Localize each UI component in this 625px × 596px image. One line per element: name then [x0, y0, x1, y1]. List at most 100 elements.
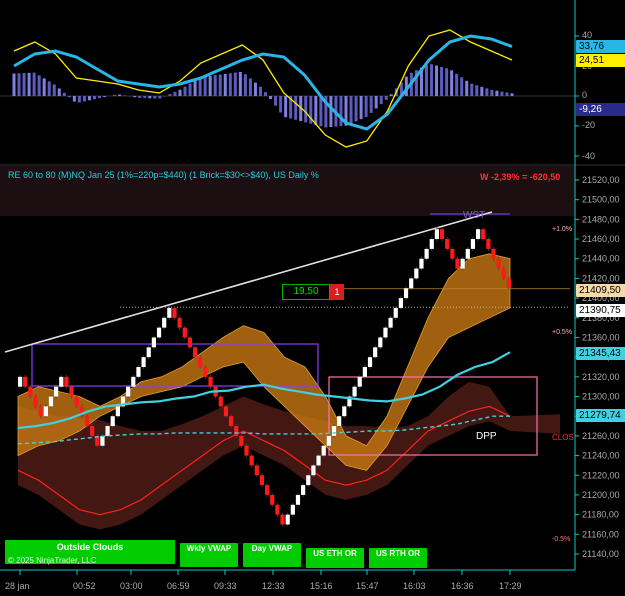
- oscillator-panel: [0, 29, 575, 148]
- time-label: 17:29: [499, 581, 522, 591]
- histogram-bar: [460, 77, 464, 96]
- brick-down: [84, 416, 90, 427]
- histogram-bar: [103, 96, 107, 98]
- time-label: 16:36: [451, 581, 474, 591]
- price-tick-label: 21140,00: [582, 549, 619, 559]
- histogram-bar: [238, 71, 242, 96]
- price-tick-label: 21500,00: [582, 195, 620, 205]
- brick-down: [239, 435, 244, 446]
- histogram-bar: [203, 76, 207, 96]
- brick-down: [228, 416, 234, 427]
- brick-up: [54, 386, 59, 397]
- histogram-bar: [233, 72, 237, 96]
- histogram-bar: [379, 96, 383, 105]
- osc-tick-label: -40: [582, 151, 596, 161]
- us-eth-or-button[interactable]: US ETH OR: [306, 548, 364, 568]
- histogram-bar: [304, 96, 308, 123]
- brick-up: [110, 416, 115, 427]
- brick-down: [198, 357, 203, 367]
- histogram-bar: [314, 96, 318, 126]
- time-label: 12:33: [262, 581, 285, 591]
- brick-down: [244, 445, 249, 456]
- histogram-bar: [67, 96, 71, 98]
- histogram-bar: [359, 96, 363, 120]
- brick-down: [501, 268, 506, 279]
- time-label: 16:03: [403, 581, 426, 591]
- histogram-bar: [475, 85, 479, 96]
- histogram-bar: [42, 78, 46, 96]
- brick-down: [450, 248, 455, 259]
- histogram-bar: [284, 96, 288, 118]
- price-tick-label: 21320,00: [582, 372, 620, 382]
- histogram-bar: [500, 91, 504, 96]
- histogram-bar: [465, 80, 469, 96]
- brick-up: [295, 494, 301, 505]
- osc-tick-label: -20: [582, 120, 596, 130]
- histogram-bar: [485, 88, 489, 96]
- histogram-bar: [123, 95, 127, 96]
- histogram-bar: [435, 65, 439, 96]
- histogram-bar: [495, 90, 499, 96]
- time-label: 06:59: [167, 581, 190, 591]
- brick-down: [249, 455, 254, 466]
- dashed-vwap-tag: 21279,74: [576, 409, 625, 422]
- histogram-bar: [450, 70, 454, 96]
- brick-down: [90, 426, 95, 436]
- brick-up: [141, 357, 146, 367]
- histogram-bar: [22, 73, 26, 96]
- histogram-bar: [178, 89, 182, 96]
- brick-down: [486, 239, 491, 249]
- price-tick-label: 21220,00: [582, 470, 620, 480]
- price-tick-label: 21520,00: [582, 175, 620, 185]
- price-panel: [4, 211, 570, 530]
- brick-down: [265, 485, 270, 495]
- brick-up: [306, 475, 311, 486]
- brick-up: [43, 406, 48, 417]
- brick-up: [18, 376, 23, 387]
- position-value-box[interactable]: 19,50: [282, 284, 330, 300]
- brick-up: [465, 248, 470, 259]
- histogram-bar: [264, 92, 268, 96]
- wkly-vwap-button[interactable]: Wkly VWAP: [180, 543, 238, 567]
- histogram-bar: [218, 74, 222, 96]
- histogram-bar: [52, 84, 56, 96]
- histogram-bar: [153, 96, 157, 99]
- histogram-bar: [37, 75, 41, 96]
- position-qty-box[interactable]: 1: [330, 284, 344, 300]
- brick-up: [342, 406, 347, 417]
- pnl-label: W -2,39% = -620,50: [480, 172, 561, 182]
- brick-up: [326, 435, 331, 446]
- histogram-bar: [253, 82, 257, 96]
- day-vwap-button[interactable]: Day VWAP: [243, 543, 301, 567]
- histogram-bar: [213, 75, 217, 96]
- brick-up: [136, 367, 141, 377]
- brick-up: [115, 406, 120, 417]
- brick-up: [151, 337, 156, 348]
- brick-up: [59, 376, 64, 387]
- histogram-bar: [208, 75, 212, 96]
- brick-down: [259, 475, 265, 486]
- brick-up: [434, 229, 440, 240]
- brick-down: [33, 396, 38, 407]
- us-rth-or-button[interactable]: US RTH OR: [369, 548, 427, 568]
- histogram-bar: [173, 91, 177, 96]
- brick-down: [208, 376, 213, 387]
- histogram-bar: [183, 86, 187, 96]
- brick-up: [475, 229, 481, 240]
- brick-down: [23, 376, 28, 387]
- histogram-bar: [349, 96, 353, 124]
- histogram-bar: [339, 96, 343, 127]
- brick-up: [100, 435, 105, 446]
- price-tick-label: 21360,00: [582, 332, 620, 342]
- brick-up: [357, 376, 362, 387]
- clos-label: CLOS: [552, 433, 574, 442]
- pct-plus05-label: +0.5%: [552, 329, 573, 336]
- time-label: 09:33: [214, 581, 237, 591]
- price-ticks: 21520,00 21500,00 21480,00 21460,00 21440,00…: [575, 175, 620, 559]
- brick-down: [506, 278, 512, 289]
- histogram-bar: [98, 96, 102, 99]
- brick-down: [203, 367, 208, 377]
- histogram-bar: [369, 96, 373, 113]
- copyright-text: © 2025 NinjaTrader, LLC: [8, 556, 97, 565]
- price-tick-label: 21460,00: [582, 234, 620, 244]
